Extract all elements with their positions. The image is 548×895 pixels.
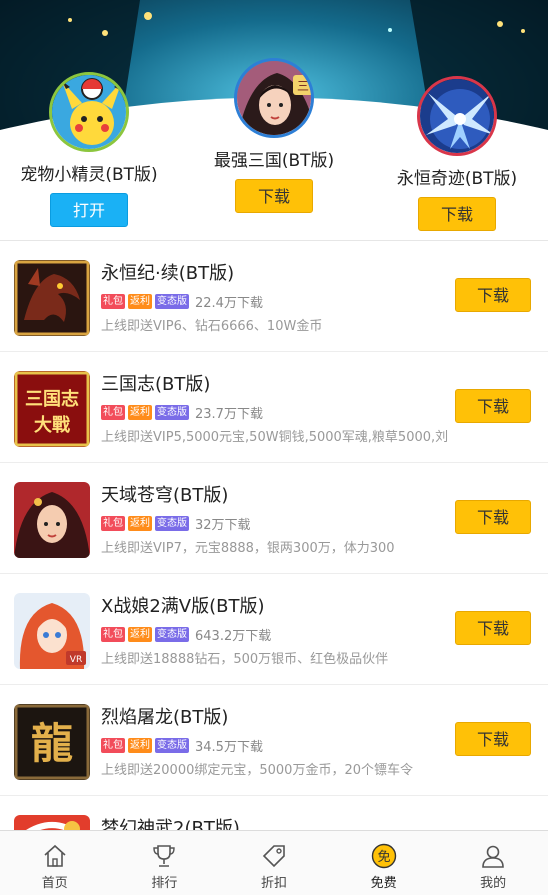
game-title: 永恒纪·续(BT版): [101, 263, 235, 284]
mod-tag: 变态版: [155, 627, 189, 642]
mod-tag: 变态版: [155, 405, 189, 420]
mod-tag: 变态版: [155, 294, 189, 309]
dragon-game-icon[interactable]: [14, 260, 90, 336]
game-description: 上线即送18888钻石，500万银币、红色极品伙伴: [101, 652, 389, 667]
game-list: 永恒纪·续(BT版) 礼包 返利 变态版 22.4万下载 上线即送VIP6、钻石…: [0, 240, 548, 891]
game-tags: 礼包 返利 变态版 23.7万下载: [101, 403, 263, 422]
user-icon: [482, 845, 504, 868]
download-count: 23.7万下载: [195, 407, 263, 422]
featured-banner: 宠物小精灵(BT版) 打开 三 最强三国(BT版) 下载 永恒奇迹(BT版) 下…: [0, 0, 548, 240]
list-item[interactable]: 永恒纪·续(BT版) 礼包 返利 变态版 22.4万下载 上线即送VIP6、钻石…: [0, 241, 548, 352]
open-button[interactable]: 打开: [49, 193, 128, 227]
list-item[interactable]: VR X战娘2满V版(BT版) 礼包 返利 变态版 643.2万下载 上线即送1…: [0, 574, 548, 685]
gift-tag: 礼包: [101, 294, 125, 309]
dragon-glyph-game-icon[interactable]: 龍: [14, 704, 90, 780]
sanguo-game-icon[interactable]: 三: [234, 58, 314, 138]
featured-item-title: 最强三国(BT版): [213, 151, 335, 171]
rebate-tag: 返利: [128, 627, 152, 642]
download-button[interactable]: 下载: [234, 179, 313, 213]
game-title: X战娘2满V版(BT版): [101, 596, 265, 617]
gift-tag: 礼包: [101, 738, 125, 753]
price-tag-icon: [262, 845, 285, 868]
game-tags: 礼包 返利 变态版 22.4万下载: [101, 292, 263, 311]
game-tags: 礼包 返利 变态版 32万下载: [101, 514, 251, 533]
game-description: 上线即送20000绑定元宝，5000万金币，20个镖车令: [101, 763, 413, 778]
home-icon: [44, 844, 66, 867]
download-button[interactable]: 下载: [455, 278, 531, 312]
pokemon-game-icon[interactable]: [49, 72, 129, 152]
rebate-tag: 返利: [128, 738, 152, 753]
tab-profile[interactable]: 我的: [438, 831, 548, 895]
free-badge-icon: 免: [371, 843, 396, 869]
gift-tag: 礼包: [101, 627, 125, 642]
gift-tag: 礼包: [101, 516, 125, 531]
svg-text:大戰: 大戰: [34, 414, 70, 436]
svg-text:龍: 龍: [31, 719, 73, 768]
download-count: 34.5万下载: [195, 740, 263, 755]
list-item[interactable]: 三国志 大戰 三国志(BT版) 礼包 返利 变态版 23.7万下载 上线即送VI…: [0, 352, 548, 463]
game-title: 三国志(BT版): [101, 374, 211, 395]
tab-ranking[interactable]: 排行: [110, 831, 220, 895]
svg-text:免: 免: [377, 850, 390, 865]
game-title: 烈焰屠龙(BT版): [101, 707, 229, 728]
list-item[interactable]: 天域苍穹(BT版) 礼包 返利 变态版 32万下载 上线即送VIP7，元宝888…: [0, 463, 548, 574]
game-description: 上线即送VIP6、钻石6666、10W金币: [101, 319, 323, 334]
featured-item-2[interactable]: 三 最强三国(BT版) 下载: [194, 58, 354, 213]
tab-label: 我的: [480, 876, 507, 891]
download-count: 32万下载: [195, 518, 251, 533]
mod-tag: 变态版: [155, 516, 189, 531]
featured-item-title: 永恒奇迹(BT版): [396, 169, 518, 189]
rebate-tag: 返利: [128, 294, 152, 309]
featured-item-3[interactable]: 永恒奇迹(BT版) 下载: [377, 76, 537, 231]
download-button[interactable]: 下载: [455, 611, 531, 645]
download-button[interactable]: 下载: [455, 500, 531, 534]
game-description: 上线即送VIP5,5000元宝,50W铜钱,5000军魂,粮草5000,刘: [101, 430, 449, 445]
game-tags: 礼包 返利 变态版 643.2万下载: [101, 625, 271, 644]
featured-item-title: 宠物小精灵(BT版): [20, 165, 158, 185]
gift-tag: 礼包: [101, 405, 125, 420]
download-button[interactable]: 下载: [417, 197, 496, 231]
tianyu-game-icon[interactable]: [14, 482, 90, 558]
tab-discount[interactable]: 折扣: [219, 831, 329, 895]
download-button[interactable]: 下载: [455, 389, 531, 423]
trophy-icon: [153, 845, 176, 867]
svg-text:三国志: 三国志: [25, 388, 79, 410]
mod-tag: 变态版: [155, 738, 189, 753]
xzhanniang-game-icon[interactable]: VR: [14, 593, 90, 669]
rebate-tag: 返利: [128, 405, 152, 420]
game-description: 上线即送VIP7，元宝8888，银两300万，体力300: [101, 541, 395, 556]
list-item[interactable]: 龍 烈焰屠龙(BT版) 礼包 返利 变态版 34.5万下载 上线即送20000绑…: [0, 685, 548, 796]
game-title: 天域苍穹(BT版): [101, 485, 229, 506]
featured-item-1[interactable]: 宠物小精灵(BT版) 打开: [9, 72, 169, 227]
bottom-tab-bar: 首页 排行 折扣 免 免费 我的: [0, 830, 548, 895]
tab-label: 排行: [151, 876, 178, 891]
svg-text:三: 三: [297, 79, 309, 93]
sanguozhi-game-icon[interactable]: 三国志 大戰: [14, 371, 90, 447]
rebate-tag: 返利: [128, 516, 152, 531]
tab-free[interactable]: 免 免费: [329, 831, 439, 895]
miracle-game-icon[interactable]: [417, 76, 497, 156]
tab-label: 首页: [41, 876, 68, 891]
tab-home[interactable]: 首页: [0, 831, 110, 895]
tab-label: 免费: [370, 876, 397, 891]
download-button[interactable]: 下载: [455, 722, 531, 756]
download-count: 22.4万下载: [195, 296, 263, 311]
svg-text:VR: VR: [70, 655, 82, 665]
tab-label: 折扣: [260, 876, 287, 891]
game-tags: 礼包 返利 变态版 34.5万下载: [101, 736, 263, 755]
download-count: 643.2万下载: [195, 629, 272, 644]
